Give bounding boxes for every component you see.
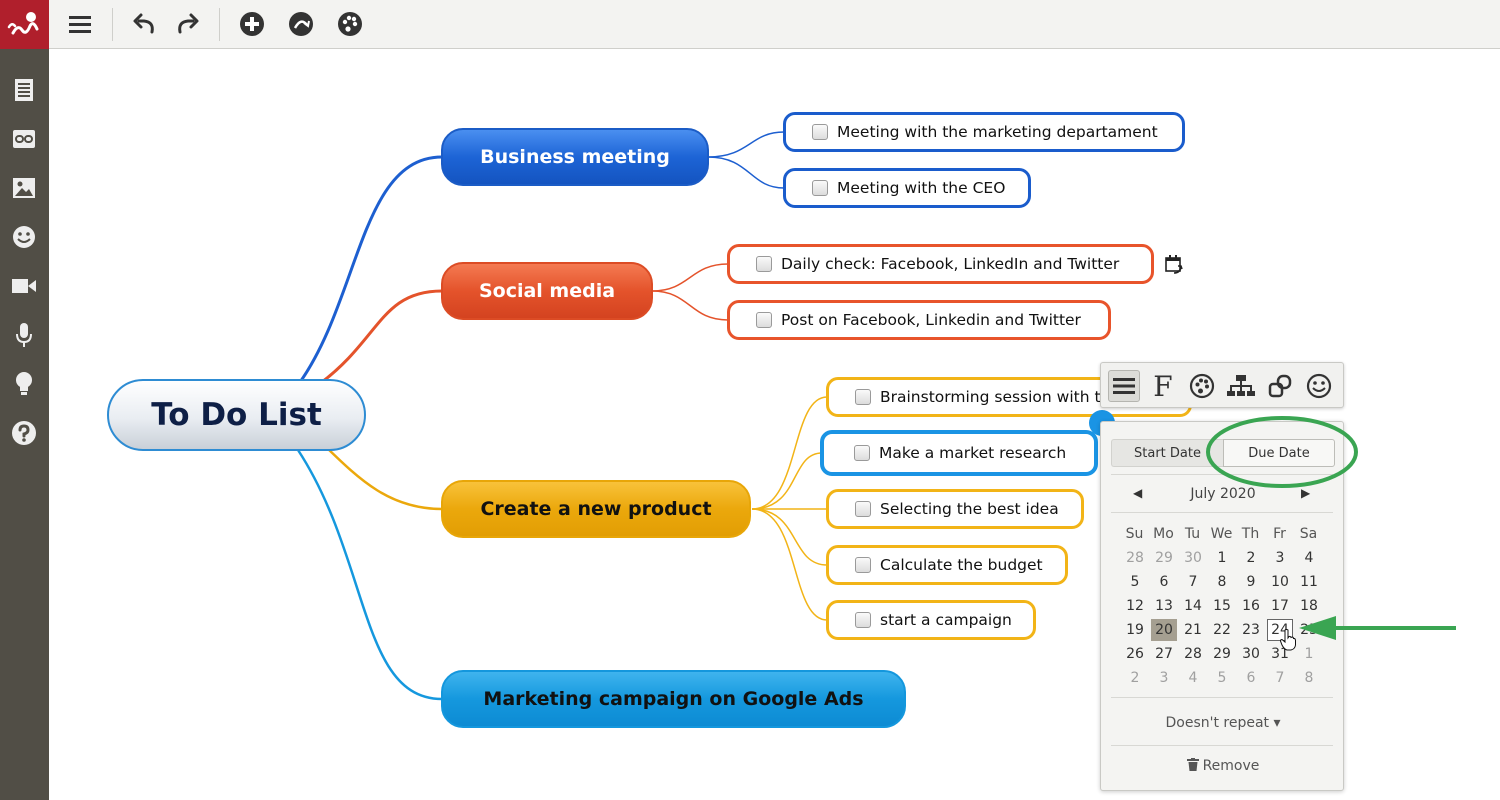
lines-icon[interactable] xyxy=(1108,370,1140,402)
start-date-tab[interactable]: Start Date xyxy=(1111,439,1223,467)
calendar-day[interactable]: 26 xyxy=(1122,643,1148,665)
weekday-header: Fr xyxy=(1273,526,1286,542)
divider xyxy=(1111,474,1333,475)
task-label: Calculate the budget xyxy=(880,556,1043,574)
weekday-header: We xyxy=(1210,526,1233,542)
calendar-day[interactable]: 1 xyxy=(1296,643,1322,665)
calendar-day[interactable]: 25 xyxy=(1296,619,1322,641)
calendar-day[interactable]: 7 xyxy=(1267,667,1293,689)
calendar-day[interactable]: 5 xyxy=(1209,667,1235,689)
task-node[interactable]: start a campaign xyxy=(826,600,1036,640)
due-date-panel: Start Date Due Date ◀ July 2020 ▶ Su Mo Tu… xyxy=(1100,421,1344,791)
calendar-day[interactable]: 17 xyxy=(1267,595,1293,617)
emoji-icon[interactable] xyxy=(1303,370,1335,402)
calendar-day[interactable]: 5 xyxy=(1122,571,1148,593)
task-checkbox[interactable] xyxy=(756,256,772,272)
calendar-day[interactable]: 29 xyxy=(1209,643,1235,665)
calendar-day[interactable]: 22 xyxy=(1209,619,1235,641)
calendar-day[interactable]: 6 xyxy=(1151,571,1177,593)
weekday-header: Mo xyxy=(1153,526,1174,542)
task-checkbox[interactable] xyxy=(855,389,871,405)
due-date-tab[interactable]: Due Date xyxy=(1223,439,1335,467)
calendar-day[interactable]: 30 xyxy=(1180,547,1206,569)
calendar-day[interactable]: 30 xyxy=(1238,643,1264,665)
task-label: Daily check: Facebook, LinkedIn and Twit… xyxy=(781,255,1120,273)
task-node[interactable]: Meeting with the marketing departament xyxy=(783,112,1185,152)
mouse-cursor-icon xyxy=(1279,629,1296,651)
task-checkbox[interactable] xyxy=(855,501,871,517)
calendar-day[interactable]: 10 xyxy=(1267,571,1293,593)
task-node[interactable]: Calculate the budget xyxy=(826,545,1068,585)
divider xyxy=(1111,512,1333,513)
topic-marketing-campaign[interactable]: Marketing campaign on Google Ads xyxy=(441,670,906,728)
calendar-day[interactable]: 23 xyxy=(1238,619,1264,641)
task-node[interactable]: Daily check: Facebook, LinkedIn and Twit… xyxy=(727,244,1154,284)
task-node[interactable]: Post on Facebook, Linkedin and Twitter xyxy=(727,300,1111,340)
calendar-day[interactable]: 1 xyxy=(1209,547,1235,569)
calendar-day[interactable]: 18 xyxy=(1296,595,1322,617)
node-context-toolbar: F xyxy=(1100,362,1344,408)
task-checkbox[interactable] xyxy=(756,312,772,328)
next-month-button[interactable]: ▶ xyxy=(1301,486,1310,500)
calendar-day[interactable]: 12 xyxy=(1122,595,1148,617)
calendar-day[interactable]: 2 xyxy=(1238,547,1264,569)
topic-create-new-product[interactable]: Create a new product xyxy=(441,480,751,538)
calendar-day[interactable]: 8 xyxy=(1209,571,1235,593)
calendar-day[interactable]: 3 xyxy=(1267,547,1293,569)
task-label: Meeting with the CEO xyxy=(837,179,1006,197)
task-label: start a campaign xyxy=(880,611,1012,629)
task-checkbox[interactable] xyxy=(812,180,828,196)
task-checkbox[interactable] xyxy=(812,124,828,140)
calendar-day[interactable]: 11 xyxy=(1296,571,1322,593)
task-checkbox[interactable] xyxy=(855,557,871,573)
palette-icon[interactable] xyxy=(1186,370,1218,402)
calendar-day[interactable]: 3 xyxy=(1151,667,1177,689)
weekday-header: Su xyxy=(1125,526,1144,542)
shape-icon[interactable] xyxy=(1264,370,1296,402)
remove-date-button[interactable]: Remove xyxy=(1101,758,1345,774)
calendar-day[interactable]: 8 xyxy=(1296,667,1322,689)
font-icon[interactable]: F xyxy=(1147,370,1179,403)
structure-icon[interactable] xyxy=(1225,370,1257,402)
calendar-day[interactable]: 6 xyxy=(1238,667,1264,689)
calendar-day[interactable]: 29 xyxy=(1151,547,1177,569)
topic-social-media[interactable]: Social media xyxy=(441,262,653,320)
trash-icon xyxy=(1186,758,1199,771)
calendar-day[interactable]: 28 xyxy=(1122,547,1148,569)
task-node[interactable]: Meeting with the CEO xyxy=(783,168,1031,208)
task-node-selected[interactable]: Make a market research xyxy=(820,430,1098,476)
recurring-date-icon[interactable] xyxy=(1163,254,1185,276)
calendar-day[interactable]: 27 xyxy=(1151,643,1177,665)
topic-business-meeting[interactable]: Business meeting xyxy=(441,128,709,186)
task-checkbox[interactable] xyxy=(854,445,870,461)
calendar-day[interactable]: 7 xyxy=(1180,571,1206,593)
divider xyxy=(1111,697,1333,698)
task-label: Make a market research xyxy=(879,444,1067,462)
calendar-day[interactable]: 28 xyxy=(1180,643,1206,665)
calendar-day[interactable]: 20 xyxy=(1151,619,1177,641)
remove-label: Remove xyxy=(1202,758,1260,774)
task-label: Selecting the best idea xyxy=(880,500,1059,518)
central-topic[interactable]: To Do List xyxy=(107,379,366,451)
divider xyxy=(1111,745,1333,746)
calendar-day[interactable]: 13 xyxy=(1151,595,1177,617)
weekday-header: Sa xyxy=(1299,526,1318,542)
calendar-day[interactable]: 9 xyxy=(1238,571,1264,593)
calendar-day[interactable]: 15 xyxy=(1209,595,1235,617)
weekday-header: Th xyxy=(1241,526,1260,542)
calendar-day[interactable]: 16 xyxy=(1238,595,1264,617)
task-node[interactable]: Selecting the best idea xyxy=(826,489,1084,529)
calendar-day[interactable]: 21 xyxy=(1180,619,1206,641)
task-checkbox[interactable] xyxy=(855,612,871,628)
task-label: Post on Facebook, Linkedin and Twitter xyxy=(781,311,1081,329)
calendar-day[interactable]: 2 xyxy=(1122,667,1148,689)
calendar-day[interactable]: 19 xyxy=(1122,619,1148,641)
calendar-day[interactable]: 4 xyxy=(1180,667,1206,689)
task-label: Meeting with the marketing departament xyxy=(837,123,1158,141)
repeat-dropdown[interactable]: Doesn't repeat ▾ xyxy=(1101,715,1345,731)
weekday-header: Tu xyxy=(1184,526,1201,542)
calendar-day[interactable]: 14 xyxy=(1180,595,1206,617)
calendar-day[interactable]: 4 xyxy=(1296,547,1322,569)
